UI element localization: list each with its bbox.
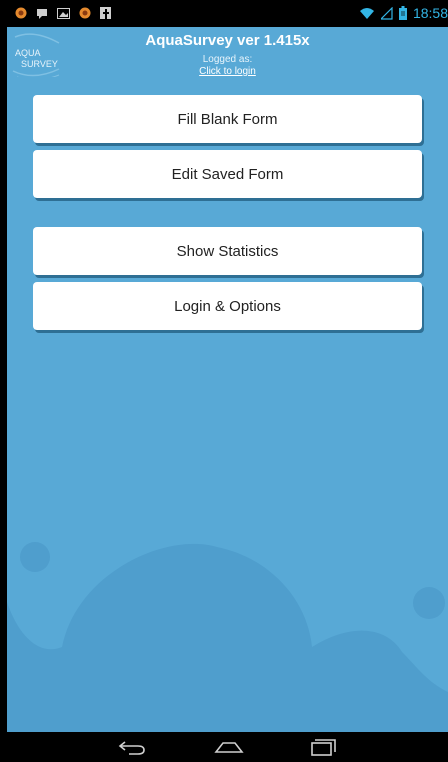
app-badge-icon [15, 7, 27, 19]
click-to-login-link[interactable]: Click to login [7, 66, 448, 77]
recent-apps-icon[interactable] [309, 736, 339, 758]
battery-icon [398, 6, 407, 20]
image-icon [57, 8, 70, 19]
fill-blank-form-label: Fill Blank Form [177, 110, 278, 128]
phone-screen: 18:58 AQUA SURVEY AquaSurvey ver 1.415x … [7, 0, 448, 762]
app-title: AquaSurvey ver 1.415x [145, 32, 310, 49]
login-options-button[interactable]: Login & Options [33, 282, 422, 330]
show-statistics-button[interactable]: Show Statistics [33, 227, 422, 275]
message-icon [37, 9, 47, 19]
system-status: 18:58 [359, 5, 448, 21]
edit-saved-form-label: Edit Saved Form [171, 165, 284, 183]
fill-blank-form-button[interactable]: Fill Blank Form [33, 95, 422, 143]
app-badge-icon [79, 7, 91, 19]
back-icon[interactable] [117, 737, 147, 757]
logged-as-label: Logged as: [202, 54, 253, 65]
show-statistics-label: Show Statistics [176, 242, 279, 260]
edit-saved-form-button[interactable]: Edit Saved Form [33, 150, 422, 198]
app-main: AQUA SURVEY AquaSurvey ver 1.415x Logged… [7, 27, 448, 732]
clock: 18:58 [412, 5, 448, 21]
wifi-icon [359, 7, 374, 19]
home-icon[interactable] [214, 737, 244, 757]
login-options-label: Login & Options [174, 297, 281, 315]
facebook-icon [100, 7, 111, 19]
status-bar: 18:58 [7, 0, 448, 27]
signal-icon [380, 6, 393, 20]
navigation-bar [7, 732, 448, 762]
notification-icons [15, 7, 111, 19]
